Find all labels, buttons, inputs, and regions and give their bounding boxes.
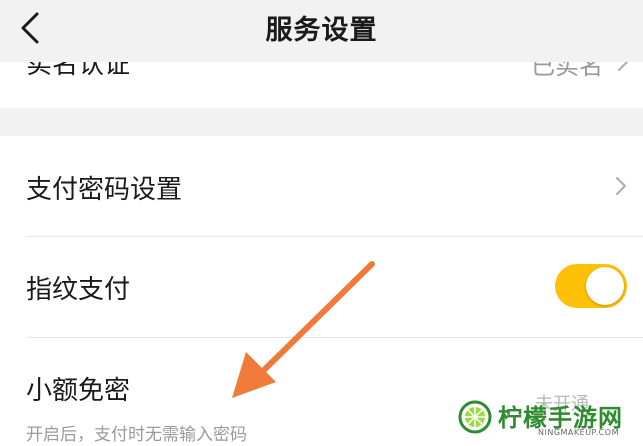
top-navigation-bar: 服务设置 bbox=[0, 0, 643, 62]
page-title: 服务设置 bbox=[265, 15, 378, 46]
small-amount-free-label: 小额免密 bbox=[26, 376, 131, 406]
payment-password-row[interactable]: 支付密码设置 bbox=[0, 136, 643, 236]
fingerprint-pay-row: 指纹支付 bbox=[0, 237, 643, 337]
site-watermark: 柠檬手游网 NINGMAKEUP.COM bbox=[458, 398, 638, 442]
lemon-logo-icon bbox=[458, 400, 492, 434]
chevron-right-icon bbox=[615, 176, 627, 196]
small-amount-description: 开启后，支付时无需输入密码 bbox=[26, 425, 247, 445]
watermark-url: NINGMAKEUP.COM bbox=[538, 428, 619, 437]
fingerprint-pay-label: 指纹支付 bbox=[26, 275, 131, 305]
toggle-knob bbox=[586, 267, 624, 305]
payment-password-label: 支付密码设置 bbox=[26, 175, 183, 205]
fingerprint-pay-toggle[interactable] bbox=[555, 264, 627, 308]
